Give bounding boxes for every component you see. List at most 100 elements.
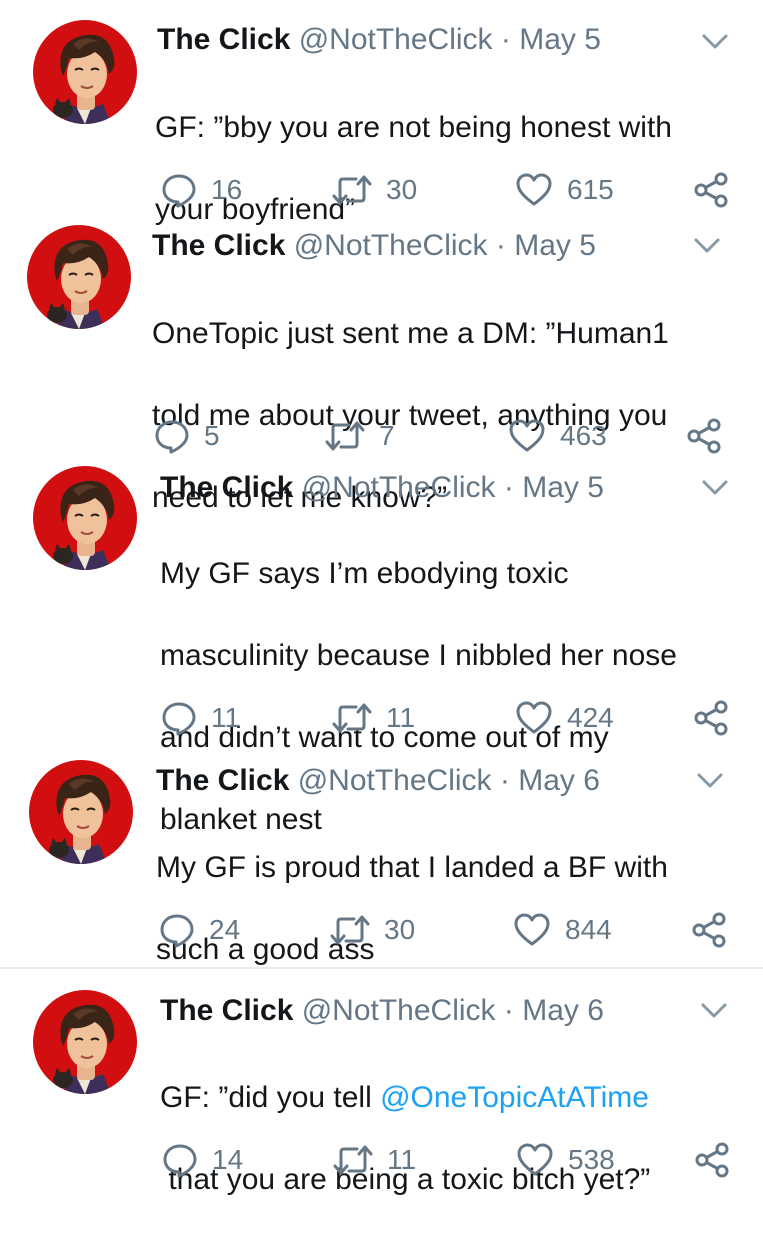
heart-icon bbox=[515, 172, 553, 208]
retweet-button[interactable]: 11 bbox=[333, 1142, 416, 1178]
separator: · bbox=[492, 23, 520, 56]
retweet-icon bbox=[330, 912, 370, 948]
retweet-count: 11 bbox=[386, 702, 416, 733]
tweet-text-line: your boyfriend” bbox=[155, 193, 356, 226]
reply-icon bbox=[162, 1142, 198, 1178]
display-name[interactable]: The Click bbox=[157, 23, 290, 56]
tweet-text-line: and didn’t want to come out of my bbox=[160, 721, 609, 754]
like-count: 424 bbox=[567, 702, 614, 733]
reply-count: 24 bbox=[209, 914, 241, 945]
tweet-date[interactable]: May 6 bbox=[522, 994, 604, 1027]
reply-count: 5 bbox=[204, 420, 220, 451]
share-icon bbox=[693, 172, 729, 208]
handle[interactable]: @NotTheClick bbox=[298, 764, 492, 797]
tweet-text: My GF is proud that I landed a BF with s… bbox=[156, 806, 746, 1011]
tweet-text-line: My GF is proud that I landed a BF with bbox=[156, 851, 668, 884]
tweet-text-line: GF: ”did you tell @OneTopicAtATime bbox=[160, 1077, 750, 1118]
like-count: 463 bbox=[560, 420, 607, 451]
handle[interactable]: @NotTheClick bbox=[294, 229, 488, 262]
separator: · bbox=[491, 764, 519, 797]
like-button[interactable]: 615 bbox=[515, 172, 614, 208]
like-count: 538 bbox=[568, 1144, 615, 1175]
display-name[interactable]: The Click bbox=[160, 471, 293, 504]
handle[interactable]: @NotTheClick bbox=[299, 23, 493, 56]
tweet-text-line: such a good ass bbox=[156, 933, 375, 966]
like-button[interactable]: 844 bbox=[513, 912, 612, 948]
separator: · bbox=[495, 471, 523, 504]
reply-icon bbox=[161, 700, 197, 736]
reply-icon bbox=[161, 172, 197, 208]
avatar[interactable] bbox=[33, 20, 137, 124]
reply-button[interactable]: 24 bbox=[159, 912, 240, 948]
reply-icon bbox=[154, 418, 190, 454]
avatar[interactable] bbox=[27, 225, 131, 329]
retweet-count: 7 bbox=[379, 420, 395, 451]
chevron-down-icon[interactable] bbox=[701, 1003, 727, 1019]
retweet-button[interactable]: 7 bbox=[325, 418, 395, 454]
avatar[interactable] bbox=[29, 760, 133, 864]
tweet-text-line: GF: ”bby you are not being honest with bbox=[155, 111, 672, 144]
share-icon bbox=[691, 912, 727, 948]
tweet-text-line: OneTopic just sent me a DM: ”Human1 bbox=[152, 317, 669, 350]
chevron-down-icon[interactable] bbox=[697, 773, 723, 789]
like-count: 615 bbox=[567, 174, 614, 205]
share-button[interactable] bbox=[693, 172, 729, 208]
tweet-date[interactable]: May 6 bbox=[518, 764, 600, 797]
share-icon bbox=[694, 1142, 730, 1178]
handle[interactable]: @NotTheClick bbox=[302, 994, 496, 1027]
like-count: 844 bbox=[565, 914, 612, 945]
tweet-text-line: told me about your tweet, anything you bbox=[152, 399, 668, 432]
tweet-text-line: that you are being a toxic bitch yet?” bbox=[160, 1163, 651, 1196]
like-button[interactable]: 463 bbox=[508, 418, 607, 454]
chevron-down-icon[interactable] bbox=[702, 34, 728, 50]
reply-button[interactable]: 11 bbox=[161, 700, 240, 736]
tweet-text-line: My GF says I’m ebodying toxic bbox=[160, 557, 569, 590]
heart-icon bbox=[516, 1142, 554, 1178]
share-button[interactable] bbox=[693, 700, 729, 736]
tweet-text: GF: ”did you tell @OneTopicAtATime that … bbox=[160, 1036, 750, 1241]
retweet-button[interactable]: 30 bbox=[330, 912, 415, 948]
chevron-down-icon[interactable] bbox=[694, 238, 720, 254]
heart-icon bbox=[513, 912, 551, 948]
share-button[interactable] bbox=[691, 912, 727, 948]
reply-count: 16 bbox=[211, 174, 243, 205]
share-button[interactable] bbox=[694, 1142, 730, 1178]
handle[interactable]: @NotTheClick bbox=[302, 471, 496, 504]
avatar[interactable] bbox=[33, 990, 137, 1094]
tweet-date[interactable]: May 5 bbox=[519, 23, 601, 56]
tweet-date[interactable]: May 5 bbox=[514, 229, 596, 262]
mention-link[interactable]: @OneTopicAtATime bbox=[380, 1081, 649, 1114]
share-icon bbox=[693, 700, 729, 736]
separator: · bbox=[487, 229, 515, 262]
tweet-date[interactable]: May 5 bbox=[522, 471, 604, 504]
heart-icon bbox=[508, 418, 546, 454]
like-button[interactable]: 424 bbox=[515, 700, 614, 736]
tweet-text-fragment: GF: ”did you tell bbox=[160, 1081, 381, 1114]
avatar[interactable] bbox=[33, 466, 137, 570]
share-button[interactable] bbox=[686, 418, 722, 454]
display-name[interactable]: The Click bbox=[156, 764, 289, 797]
reply-count: 11 bbox=[211, 702, 241, 733]
share-icon bbox=[686, 418, 722, 454]
retweet-icon bbox=[333, 1142, 373, 1178]
tweet-text-line: masculinity because I nibbled her nose bbox=[160, 639, 677, 672]
retweet-button[interactable]: 30 bbox=[332, 172, 417, 208]
retweet-count: 30 bbox=[386, 174, 418, 205]
display-name[interactable]: The Click bbox=[152, 229, 285, 262]
reply-icon bbox=[159, 912, 195, 948]
like-button[interactable]: 538 bbox=[516, 1142, 615, 1178]
retweet-button[interactable]: 11 bbox=[332, 700, 415, 736]
separator: · bbox=[495, 994, 523, 1027]
reply-button[interactable]: 14 bbox=[162, 1142, 243, 1178]
reply-button[interactable]: 5 bbox=[154, 418, 220, 454]
divider bbox=[0, 967, 763, 969]
retweet-icon bbox=[332, 700, 372, 736]
chevron-down-icon[interactable] bbox=[702, 480, 728, 496]
display-name[interactable]: The Click bbox=[160, 994, 293, 1027]
retweet-count: 30 bbox=[384, 914, 416, 945]
reply-button[interactable]: 16 bbox=[161, 172, 242, 208]
reply-count: 14 bbox=[212, 1144, 244, 1175]
retweet-count: 11 bbox=[387, 1144, 417, 1175]
retweet-icon bbox=[332, 172, 372, 208]
retweet-icon bbox=[325, 418, 365, 454]
